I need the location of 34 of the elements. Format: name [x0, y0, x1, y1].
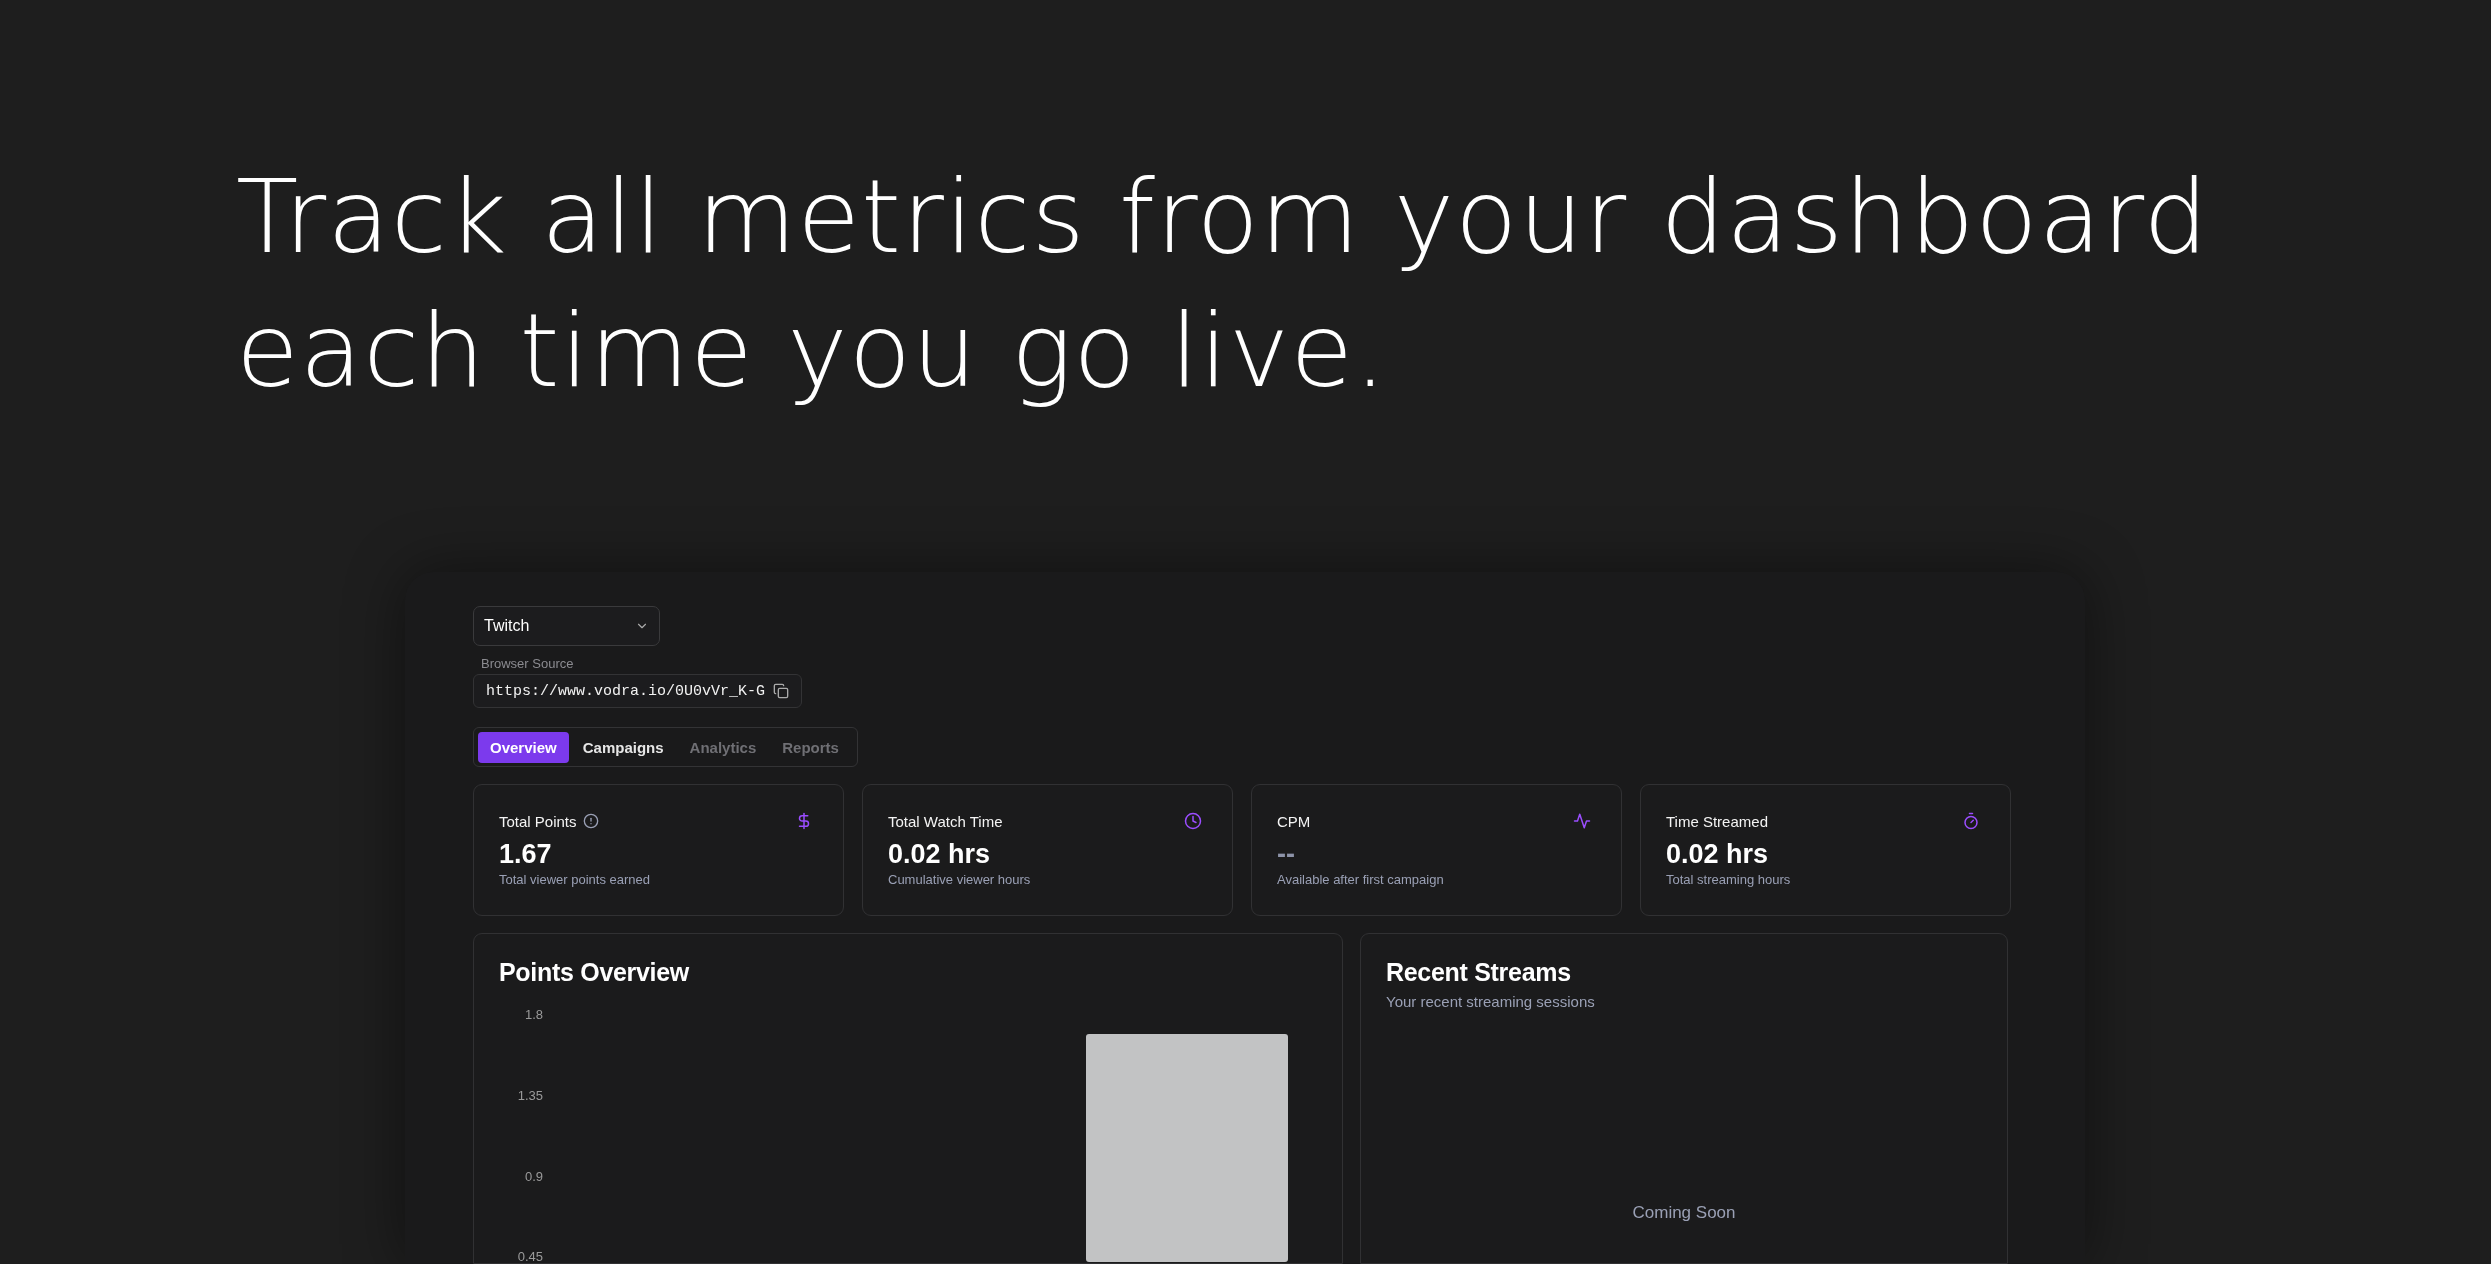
stat-caption: Cumulative viewer hours: [888, 872, 1032, 887]
empty-state-text: Coming Soon: [1632, 1203, 1736, 1223]
timer-icon: [1962, 812, 1980, 830]
axis-tick-label: 0.9: [524, 1168, 543, 1184]
clock-icon: [1184, 812, 1202, 830]
axis-tick-label: 1.35: [517, 1087, 543, 1103]
tab-label: Reports: [781, 737, 840, 758]
stat-value: 1.67: [499, 839, 553, 870]
tab-label: Analytics: [688, 737, 758, 758]
stat-caption: Total streaming hours: [1666, 872, 1792, 887]
info-icon[interactable]: [582, 813, 599, 829]
axis-tick-label: 0.45: [517, 1249, 543, 1262]
stat-caption: Total viewer points earned: [499, 872, 652, 887]
stat-title: Time Streamed: [1666, 812, 1768, 830]
stat-caption: Available after first campaign: [1277, 872, 1445, 887]
headline-text: each time you go live.: [236, 290, 1388, 412]
url-field[interactable]: https://www.vodra.io/0U0vVr_K-G: [473, 674, 803, 708]
stat-title: Total Watch Time: [888, 812, 1003, 830]
stat-title: CPM: [1277, 812, 1311, 830]
card-title: Recent Streams: [1386, 958, 1572, 987]
card-title: Points Overview: [499, 958, 691, 987]
stat-value: 0.02 hrs: [888, 839, 992, 870]
copy-icon[interactable]: [773, 683, 790, 699]
tab[interactable]: Overview: [478, 731, 569, 763]
field-label: Browser Source: [481, 656, 574, 671]
tab[interactable]: Campaigns: [570, 731, 676, 763]
stat-value: --: [1277, 839, 1296, 870]
card-subtitle: Your recent streaming sessions: [1386, 993, 1596, 1010]
stat-value: 0.02 hrs: [1666, 839, 1770, 870]
axis-tick-label: 1.8: [524, 1007, 543, 1022]
headline-text: Track all metrics from your dashboard: [236, 156, 2210, 278]
stat-title: Total Points: [499, 812, 577, 830]
activity-icon: [1573, 812, 1591, 830]
platform-dropdown[interactable]: Twitch: [473, 606, 660, 646]
